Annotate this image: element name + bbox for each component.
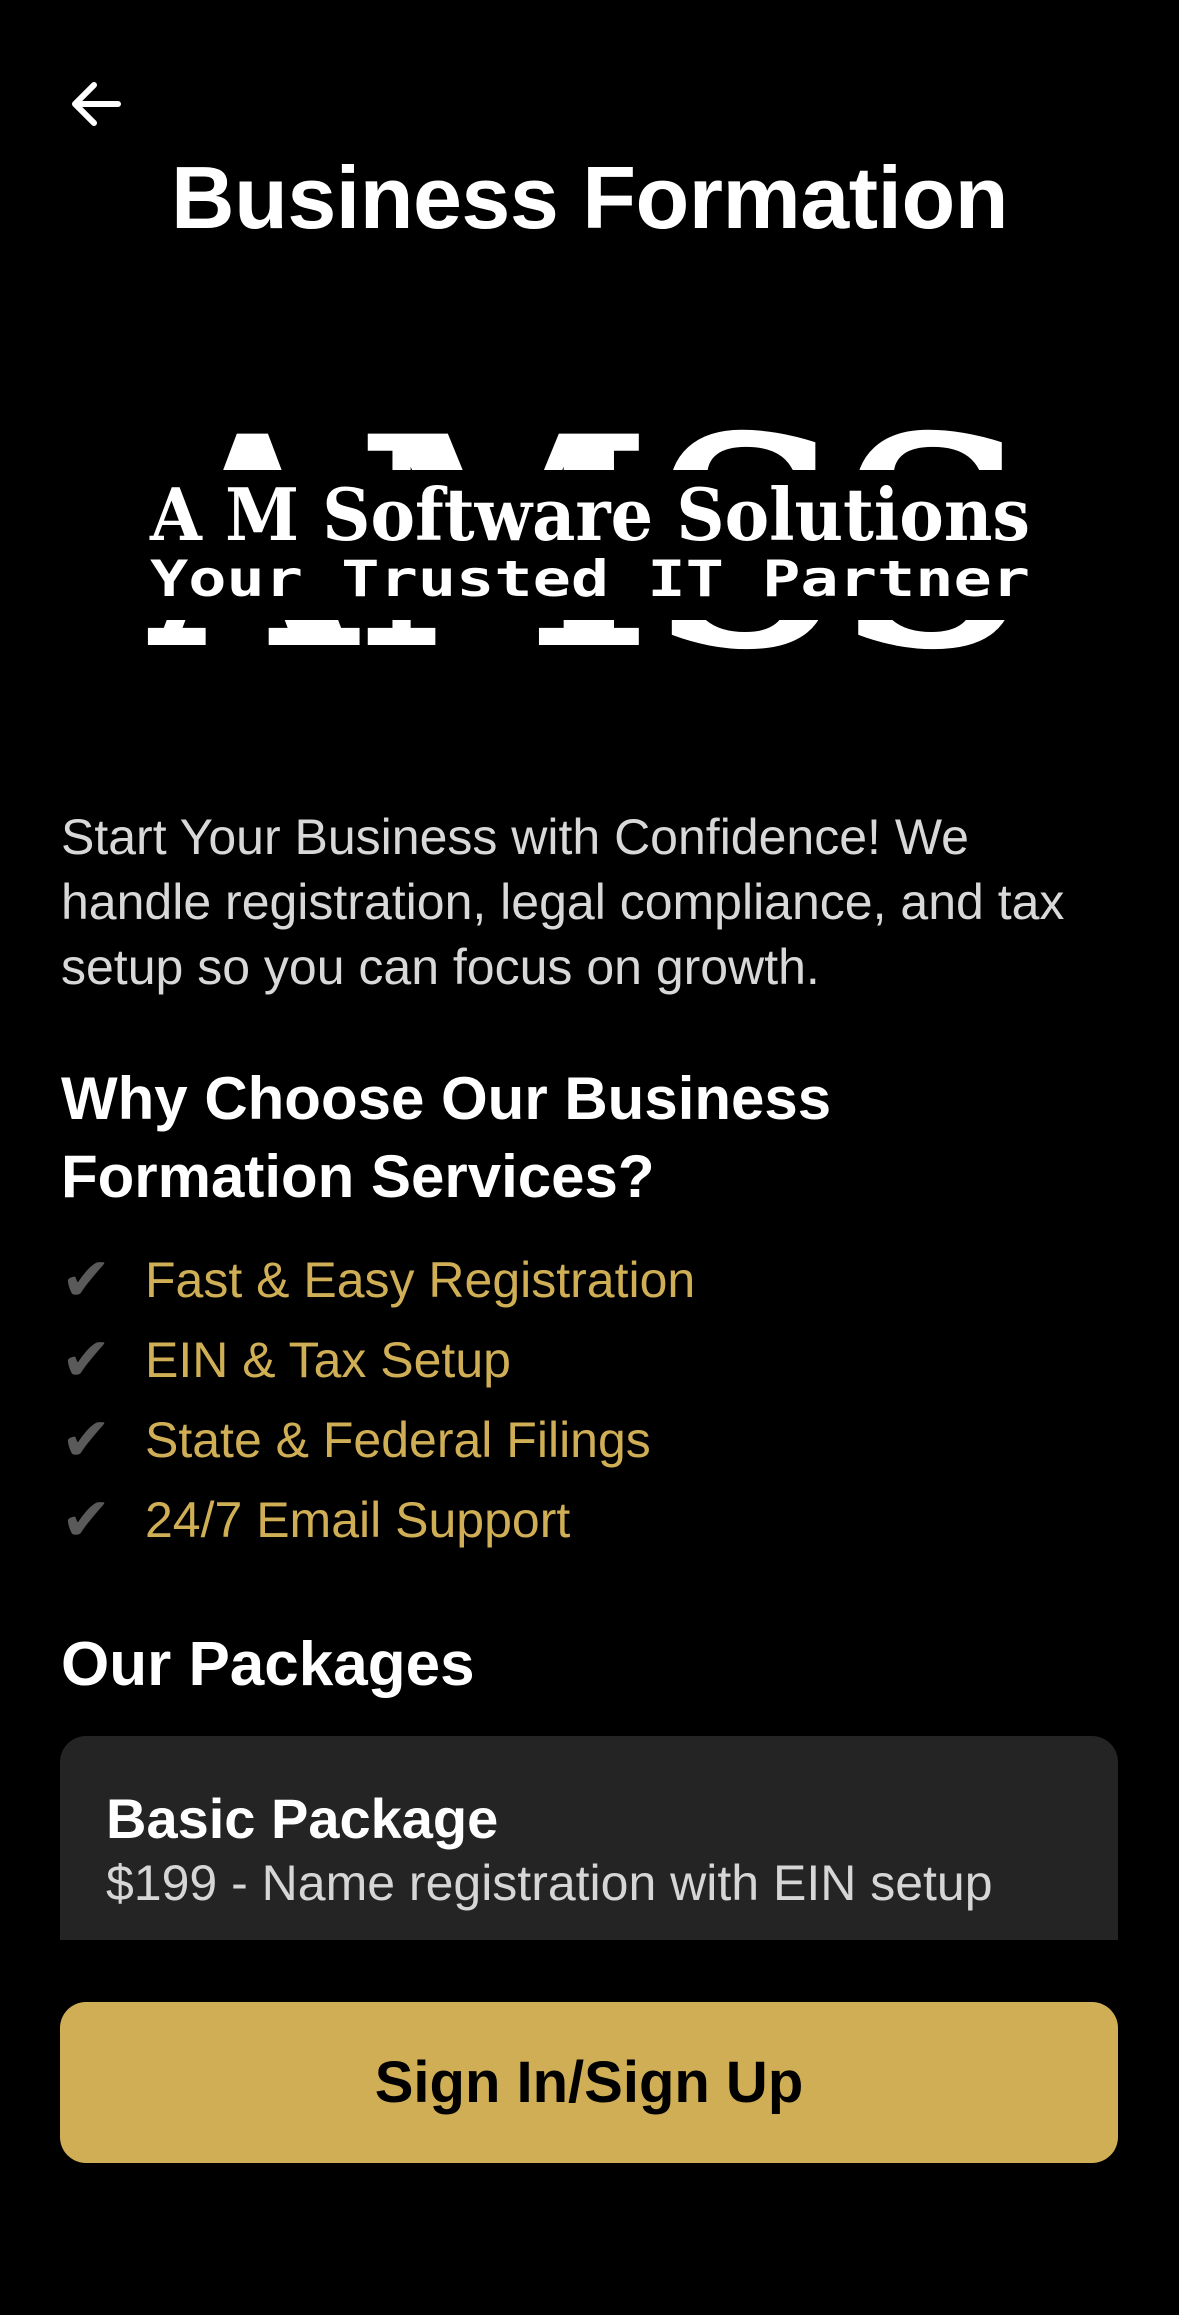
arrow-left-icon bbox=[66, 74, 126, 139]
checkmark-icon: ✔ bbox=[61, 1406, 112, 1473]
feature-item: ✔ EIN & Tax Setup bbox=[61, 1320, 695, 1400]
package-description: $199 - Name registration with EIN setup bbox=[106, 1855, 993, 1911]
logo-tagline: Your Trusted IT Partner bbox=[150, 550, 1030, 608]
page-title: Business Formation bbox=[171, 148, 1008, 247]
company-logo: AMSS A M Software Solutions Your Trusted… bbox=[140, 400, 1040, 670]
intro-text: Start Your Business with Confidence! We … bbox=[61, 809, 1065, 995]
feature-label: Fast & Easy Registration bbox=[145, 1252, 696, 1308]
package-card-basic[interactable]: Basic Package $199 - Name registration w… bbox=[60, 1736, 1118, 1940]
feature-label: State & Federal Filings bbox=[145, 1412, 651, 1468]
feature-label: EIN & Tax Setup bbox=[145, 1332, 511, 1388]
features-list: ✔ Fast & Easy Registration ✔ EIN & Tax S… bbox=[61, 1240, 695, 1560]
logo-company-name: A M Software Solutions bbox=[149, 472, 1030, 557]
checkmark-icon: ✔ bbox=[61, 1486, 112, 1553]
back-button[interactable] bbox=[60, 70, 132, 142]
packages-heading: Our Packages bbox=[61, 1630, 475, 1699]
checkmark-icon: ✔ bbox=[61, 1246, 112, 1313]
feature-item: ✔ 24/7 Email Support bbox=[61, 1480, 695, 1560]
checkmark-icon: ✔ bbox=[61, 1326, 112, 1393]
package-name: Basic Package bbox=[106, 1787, 499, 1850]
feature-label: 24/7 Email Support bbox=[145, 1492, 571, 1548]
feature-item: ✔ Fast & Easy Registration bbox=[61, 1240, 695, 1320]
sign-in-sign-up-button[interactable]: Sign In/Sign Up bbox=[60, 2002, 1118, 2163]
feature-item: ✔ State & Federal Filings bbox=[61, 1400, 695, 1480]
why-choose-heading: Why Choose Our Business Formation Servic… bbox=[61, 1065, 832, 1210]
